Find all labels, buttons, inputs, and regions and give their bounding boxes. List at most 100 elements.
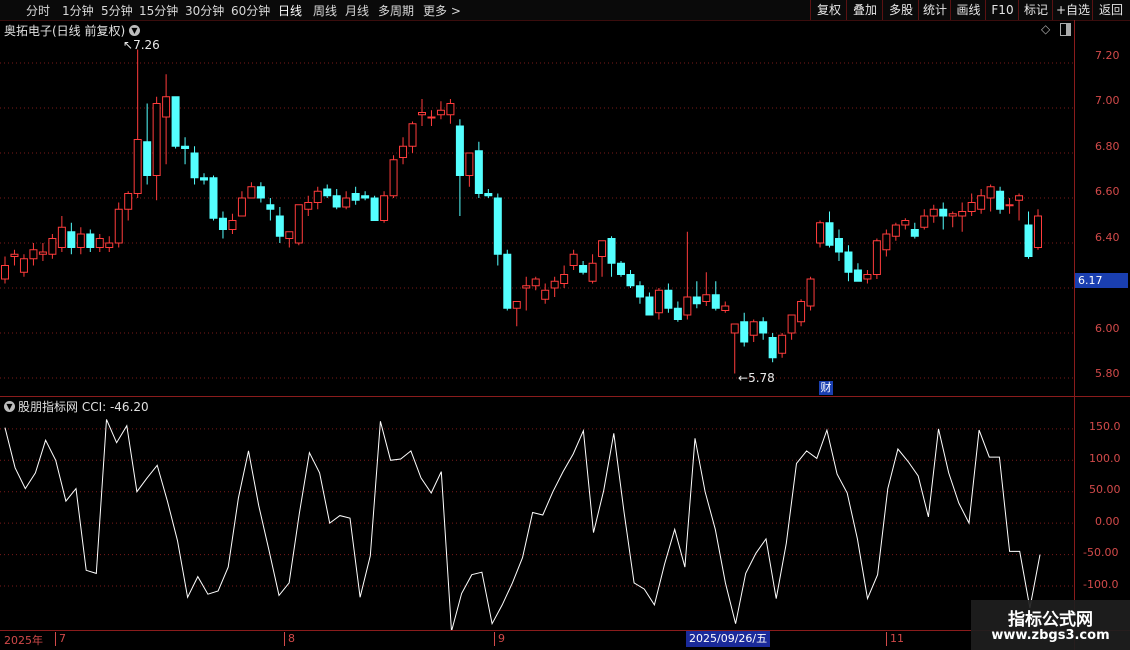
candle-body [683,296,692,316]
tab-fenshi[interactable]: 分时 [26,2,50,19]
f10-button[interactable]: F10 [985,0,1019,20]
month-tick [886,632,887,646]
candle-body [143,141,152,176]
tab-15min[interactable]: 15分钟 [139,2,178,19]
candle-body [351,193,360,201]
candle-body [654,289,663,314]
candle-body [882,233,891,251]
price-axis-label: 7.00 [1095,94,1120,107]
candle-body [323,188,332,197]
tab-more[interactable]: 更多 > [423,2,461,19]
diamond-icon[interactable]: ◇ [1041,22,1050,36]
candle-body [635,285,644,298]
watermark-url: www.zbgs3.com [991,628,1110,643]
candle-body [948,213,957,217]
price-axis-label: 5.80 [1095,367,1120,380]
candle-body [10,253,19,257]
draw-button[interactable]: 画线 [950,0,986,20]
candle-body [304,202,313,210]
candlestick-chart[interactable] [0,36,1074,396]
date-month-7: 7 [59,632,66,645]
low-marker: ←5.78 [738,371,775,385]
date-month-9: 9 [498,632,505,645]
cci-axis-label: 0.00 [1095,515,1120,528]
candle-body [531,278,540,287]
pane-divider [0,396,1130,397]
date-month-8: 8 [288,632,295,645]
overlay-button[interactable]: 叠加 [846,0,883,20]
candle-body [200,177,209,181]
candle-body [787,314,796,334]
candle-body [702,294,711,302]
candle-body [996,190,1005,210]
tab-30min[interactable]: 30分钟 [185,2,224,19]
candle-body [626,274,635,287]
price-axis-label: 6.00 [1095,322,1120,335]
candle-body [181,145,190,149]
tab-1min[interactable]: 1分钟 [62,2,94,19]
candle-body [95,238,104,248]
candle-body [313,190,322,203]
candle-body [910,229,919,237]
chevron-down-icon[interactable]: ▼ [129,25,140,36]
add-watchlist-button[interactable]: +自选 [1052,0,1093,20]
candle-body [759,321,768,334]
tab-monthly[interactable]: 月线 [345,2,369,19]
candle-body [607,238,616,264]
panel-toggle-icon[interactable] [1060,23,1071,36]
candle-body [721,305,730,311]
candle-body [816,222,825,244]
adjust-button[interactable]: 复权 [810,0,847,20]
candle-body [853,269,862,282]
candle-body [560,274,569,284]
candle-body [29,249,38,260]
candle-body [579,265,588,273]
tab-daily[interactable]: 日线 [278,2,302,19]
candle-body [920,215,929,228]
month-tick [284,632,285,646]
high-marker: ↖7.26 [123,38,160,52]
candle-body [541,289,550,300]
cci-axis-label: 150.0 [1089,420,1121,433]
cci-axis-label: -50.00 [1083,546,1119,559]
stats-button[interactable]: 统计 [918,0,951,20]
candle-body [436,109,445,116]
candle-body [768,337,777,359]
tab-multi-period[interactable]: 多周期 [378,2,414,19]
tab-60min[interactable]: 60分钟 [231,2,270,19]
candle-body [522,285,531,289]
candle-body [825,222,834,246]
candle-body [749,321,758,336]
tab-weekly[interactable]: 周线 [313,2,337,19]
candle-body [711,294,720,309]
candle-body [237,197,246,217]
candle-body [228,220,237,230]
candle-body [427,116,436,119]
back-button[interactable]: 返回 [1092,0,1129,20]
candle-body [550,280,559,289]
multi-stock-button[interactable]: 多股 [882,0,919,20]
mark-button[interactable]: 标记 [1018,0,1053,20]
candle-body [692,296,701,305]
candle-body [256,186,265,199]
candle-body [209,177,218,219]
candle-body [465,152,474,176]
cci-chart[interactable] [0,410,1074,630]
candle-body [152,103,161,176]
watermark-title: 指标公式网 [1008,610,1093,630]
candle-body [370,197,379,221]
candle-body [446,103,455,116]
month-tick [55,632,56,646]
candle-body [162,96,171,118]
candle-body [967,202,976,212]
candle-body [133,139,142,194]
tab-5min[interactable]: 5分钟 [101,2,133,19]
fin-badge[interactable]: 财 [819,381,833,395]
candle-body [939,208,948,217]
candle-body [503,253,512,309]
candle-body [266,204,275,210]
axis-divider [1074,20,1075,650]
candle-body [901,220,910,226]
candle-body [1015,195,1024,201]
candle-body [474,150,483,194]
